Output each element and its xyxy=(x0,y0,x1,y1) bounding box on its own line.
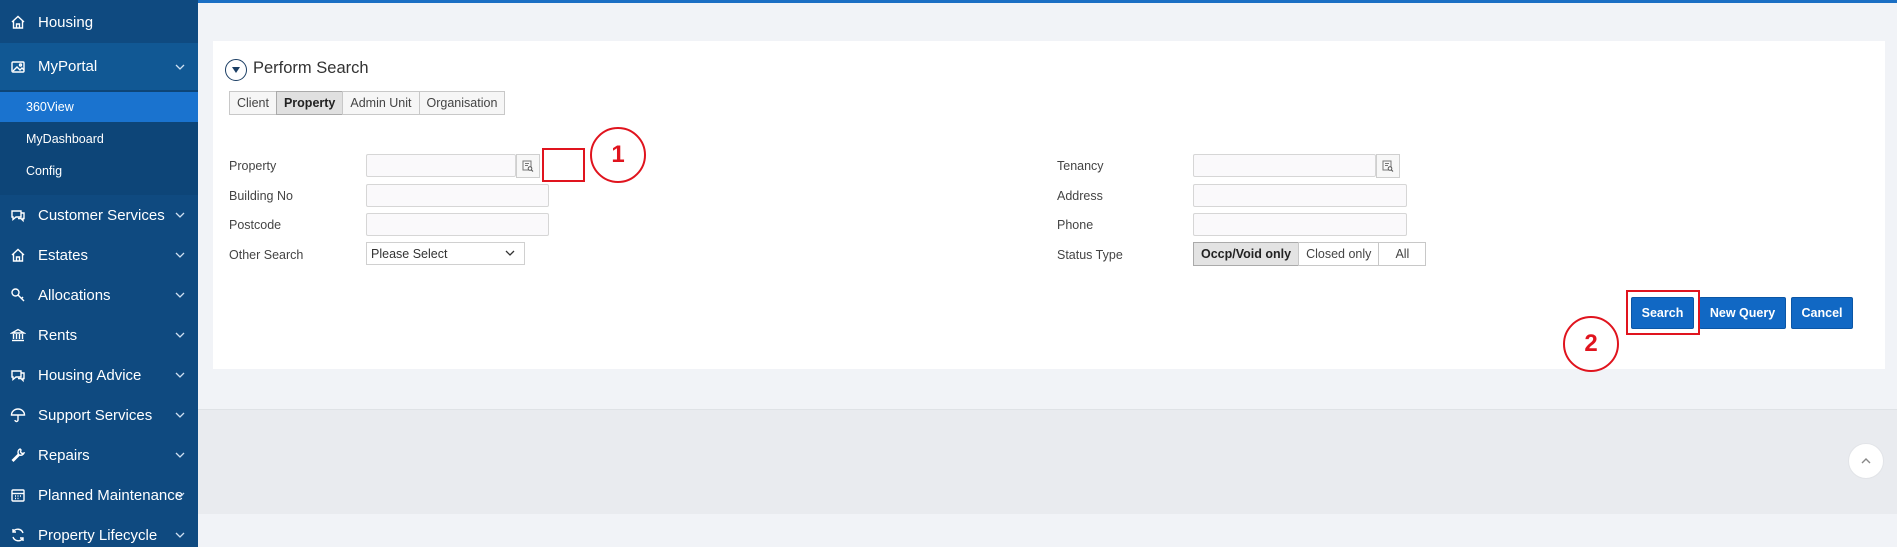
sidebar-item-myportal[interactable]: MyPortal xyxy=(0,43,198,90)
postcode-input[interactable] xyxy=(366,213,549,236)
building-no-label: Building No xyxy=(229,189,293,203)
wrench-icon xyxy=(8,445,28,465)
status-type-label: Status Type xyxy=(1057,248,1123,262)
chat-icon xyxy=(8,365,28,385)
sidebar-item-label: Rents xyxy=(38,326,78,344)
sidebar-item-customer-services[interactable]: Customer Services xyxy=(0,195,198,235)
annotation-marker-1: 1 xyxy=(590,127,646,183)
sidebar-subitem-config[interactable]: Config xyxy=(0,156,198,186)
address-label: Address xyxy=(1057,189,1103,203)
cancel-button[interactable]: Cancel xyxy=(1791,297,1853,329)
postcode-label: Postcode xyxy=(229,218,282,232)
page-footer-area xyxy=(198,409,1897,514)
myportal-submenu: 360View MyDashboard Config xyxy=(0,90,198,195)
sidebar-item-label: Repairs xyxy=(38,446,90,464)
sidebar-item-label: Housing Advice xyxy=(38,366,142,384)
chevron-down-icon xyxy=(172,487,188,503)
chat-icon xyxy=(8,205,28,225)
sidebar-item-label: Housing xyxy=(38,13,94,31)
chevron-up-icon xyxy=(1861,458,1871,464)
sidebar-item-support-services[interactable]: Support Services xyxy=(0,395,198,435)
tab-property[interactable]: Property xyxy=(275,91,344,115)
sidebar-subitem-360view[interactable]: 360View xyxy=(0,92,198,122)
sidebar-subitem-mydashboard[interactable]: MyDashboard xyxy=(0,124,198,154)
sidebar: Housing MyPortal 360View MyDashboard Con… xyxy=(0,0,198,547)
chevron-down-icon xyxy=(172,247,188,263)
annotation-highlight-property-lookup xyxy=(542,148,585,182)
phone-input[interactable] xyxy=(1193,213,1407,236)
panel-title: Perform Search xyxy=(253,59,369,77)
chevron-down-icon xyxy=(172,327,188,343)
status-all-button[interactable]: All xyxy=(1378,242,1427,266)
search-type-tabs: Client Property Admin Unit Organisation xyxy=(229,91,506,115)
sidebar-item-allocations[interactable]: Allocations xyxy=(0,275,198,315)
bank-icon xyxy=(8,325,28,345)
chevron-down-icon xyxy=(172,287,188,303)
sidebar-item-label: Allocations xyxy=(38,286,111,304)
chevron-down-icon xyxy=(172,407,188,423)
property-label: Property xyxy=(229,159,277,173)
collapse-toggle-button[interactable] xyxy=(225,59,247,81)
key-icon xyxy=(8,285,28,305)
refresh-icon xyxy=(8,525,28,545)
scroll-to-top-button[interactable] xyxy=(1848,443,1884,479)
chevron-down-icon xyxy=(172,527,188,543)
other-search-select[interactable]: Please Select xyxy=(366,242,525,265)
other-search-selected-value: Please Select xyxy=(371,246,448,261)
page-bottom-area xyxy=(198,514,1897,547)
lookup-icon xyxy=(522,160,534,172)
chevron-down-icon xyxy=(172,447,188,463)
status-closed-button[interactable]: Closed only xyxy=(1298,242,1380,266)
sidebar-item-label: Planned Maintenance xyxy=(38,486,184,504)
sidebar-item-housing-advice[interactable]: Housing Advice xyxy=(0,355,198,395)
sidebar-item-property-lifecycle[interactable]: Property Lifecycle xyxy=(0,515,198,547)
sidebar-item-label: Estates xyxy=(38,246,89,264)
chevron-down-icon xyxy=(504,247,516,262)
other-search-label: Other Search xyxy=(229,248,304,262)
sidebar-item-rents[interactable]: Rents xyxy=(0,315,198,355)
umbrella-icon xyxy=(8,405,28,425)
sidebar-item-label: Property Lifecycle xyxy=(38,526,158,544)
lookup-icon xyxy=(1382,160,1394,172)
chevron-down-icon xyxy=(172,59,188,75)
sidebar-item-housing[interactable]: Housing xyxy=(0,2,198,42)
home-icon xyxy=(8,245,28,265)
chevron-down-icon xyxy=(172,207,188,223)
sidebar-item-repairs[interactable]: Repairs xyxy=(0,435,198,475)
property-lookup-button[interactable] xyxy=(516,154,540,178)
image-icon xyxy=(8,57,28,77)
annotation-marker-2: 2 xyxy=(1563,316,1619,372)
tenancy-label: Tenancy xyxy=(1057,159,1104,173)
address-input[interactable] xyxy=(1193,184,1407,207)
building-no-input[interactable] xyxy=(366,184,549,207)
annotation-highlight-search-button xyxy=(1626,290,1700,335)
tenancy-input[interactable] xyxy=(1193,154,1376,177)
tab-admin-unit[interactable]: Admin Unit xyxy=(342,91,420,115)
status-type-toggle: Occp/Void only Closed only All xyxy=(1193,242,1427,266)
new-query-button[interactable]: New Query xyxy=(1699,297,1786,329)
main-content: Perform Search Client Property Admin Uni… xyxy=(198,3,1897,547)
phone-label: Phone xyxy=(1057,218,1094,232)
property-input[interactable] xyxy=(366,154,516,177)
sidebar-item-planned-maintenance[interactable]: Planned Maintenance xyxy=(0,475,198,515)
chevron-down-icon xyxy=(172,367,188,383)
triangle-down-icon xyxy=(232,67,240,73)
tab-organisation[interactable]: Organisation xyxy=(418,91,506,115)
sidebar-item-estates[interactable]: Estates xyxy=(0,235,198,275)
home-icon xyxy=(8,12,28,32)
tab-client[interactable]: Client xyxy=(229,91,277,115)
sidebar-item-label: MyPortal xyxy=(38,58,98,75)
sidebar-item-label: Support Services xyxy=(38,406,153,424)
calendar-icon xyxy=(8,485,28,505)
status-occp-void-button[interactable]: Occp/Void only xyxy=(1193,242,1300,266)
sidebar-item-label: Customer Services xyxy=(38,206,165,224)
tenancy-lookup-button[interactable] xyxy=(1376,154,1400,178)
